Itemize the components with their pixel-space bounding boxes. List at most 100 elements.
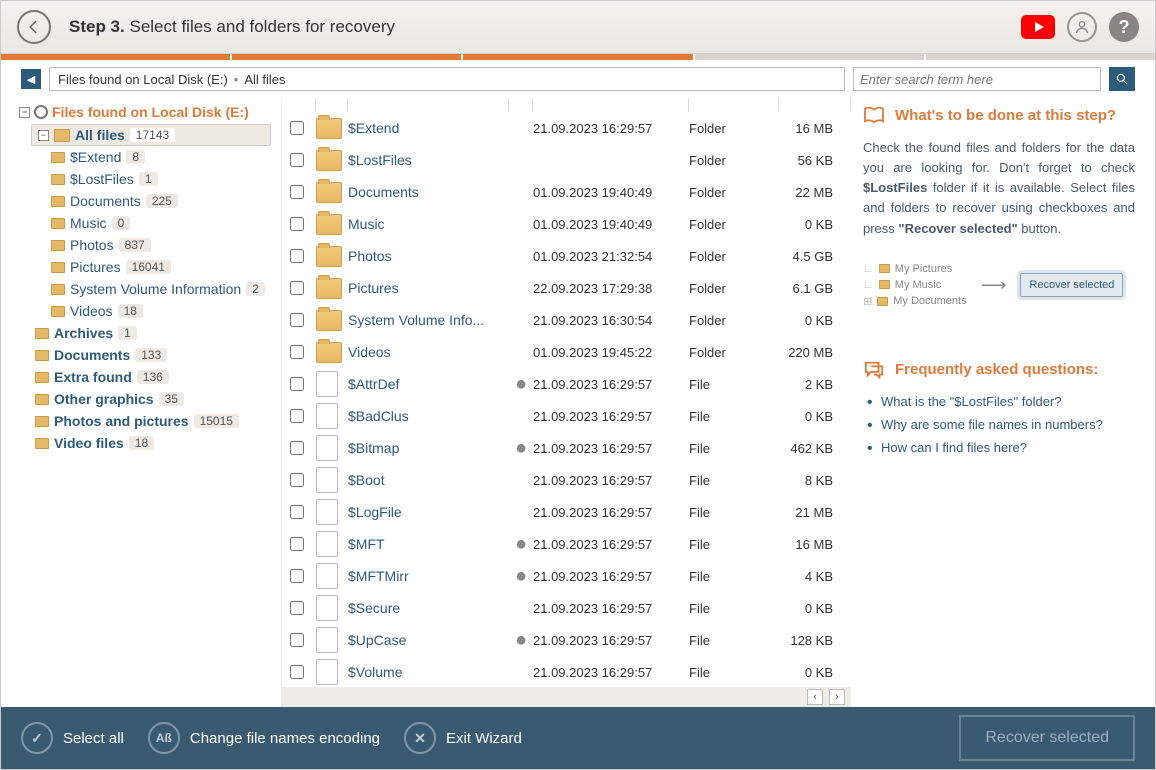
file-row[interactable]: $BadClus 21.09.2023 16:29:57 File 0 KB bbox=[282, 400, 851, 432]
folder-icon bbox=[35, 350, 49, 361]
tree-subfolder[interactable]: Videos18 bbox=[19, 300, 271, 322]
file-name[interactable]: $MFTMirr bbox=[348, 568, 509, 584]
horizontal-scroll[interactable]: ‹ › bbox=[282, 687, 851, 707]
row-checkbox[interactable] bbox=[290, 249, 304, 263]
tree-category[interactable]: Other graphics35 bbox=[19, 388, 271, 410]
file-name[interactable]: $BadClus bbox=[348, 408, 509, 424]
tree-subfolder[interactable]: Music0 bbox=[19, 212, 271, 234]
tree-subfolder[interactable]: Pictures16041 bbox=[19, 256, 271, 278]
select-all-button[interactable]: ✓ Select all bbox=[21, 722, 124, 754]
row-checkbox[interactable] bbox=[290, 185, 304, 199]
row-checkbox[interactable] bbox=[290, 377, 304, 391]
back-button[interactable] bbox=[17, 10, 51, 44]
file-row[interactable]: $Secure 21.09.2023 16:29:57 File 0 KB bbox=[282, 592, 851, 624]
row-checkbox[interactable] bbox=[290, 665, 304, 679]
tree-category[interactable]: Extra found136 bbox=[19, 366, 271, 388]
tree-category[interactable]: Video files18 bbox=[19, 432, 271, 454]
file-name[interactable]: Pictures bbox=[348, 280, 509, 296]
youtube-icon[interactable] bbox=[1021, 15, 1055, 39]
row-checkbox[interactable] bbox=[290, 633, 304, 647]
file-row[interactable]: $AttrDef ● 21.09.2023 16:29:57 File 2 KB bbox=[282, 368, 851, 400]
file-row[interactable]: $UpCase ● 21.09.2023 16:29:57 File 128 K… bbox=[282, 624, 851, 656]
row-checkbox[interactable] bbox=[290, 217, 304, 231]
file-row[interactable]: System Volume Info... 21.09.2023 16:30:5… bbox=[282, 304, 851, 336]
file-type: Folder bbox=[689, 153, 779, 168]
file-date: 21.09.2023 16:29:57 bbox=[533, 569, 689, 584]
file-row[interactable]: $LostFiles Folder 56 KB bbox=[282, 144, 851, 176]
file-row[interactable]: $LogFile 21.09.2023 16:29:57 File 21 MB bbox=[282, 496, 851, 528]
file-row[interactable]: $Boot 21.09.2023 16:29:57 File 8 KB bbox=[282, 464, 851, 496]
row-checkbox[interactable] bbox=[290, 441, 304, 455]
folder-icon bbox=[316, 182, 342, 203]
file-name[interactable]: $MFT bbox=[348, 536, 509, 552]
recover-selected-button[interactable]: Recover selected bbox=[959, 715, 1135, 761]
tree-subfolder[interactable]: $Extend8 bbox=[19, 146, 271, 168]
exit-wizard-button[interactable]: ✕ Exit Wizard bbox=[404, 722, 522, 754]
breadcrumb-path[interactable]: Files found on Local Disk (E:)•All files bbox=[49, 67, 845, 91]
file-name[interactable]: $AttrDef bbox=[348, 376, 509, 392]
file-name[interactable]: $Bitmap bbox=[348, 440, 509, 456]
file-name[interactable]: Photos bbox=[348, 248, 509, 264]
faq-link[interactable]: How can I find files here? bbox=[881, 440, 1027, 455]
tree-root[interactable]: − Files found on Local Disk (E:) bbox=[19, 104, 271, 120]
file-type: File bbox=[689, 409, 779, 424]
file-name[interactable]: $LostFiles bbox=[348, 152, 509, 168]
row-checkbox[interactable] bbox=[290, 537, 304, 551]
breadcrumb-root-button[interactable]: ◀ bbox=[21, 69, 41, 89]
row-checkbox[interactable] bbox=[290, 569, 304, 583]
collapse-icon[interactable]: − bbox=[38, 130, 49, 141]
faq-link[interactable]: Why are some file names in numbers? bbox=[881, 417, 1103, 432]
file-date: 21.09.2023 16:29:57 bbox=[533, 473, 689, 488]
search-button[interactable] bbox=[1109, 67, 1135, 91]
scroll-left-icon[interactable]: ‹ bbox=[807, 689, 823, 705]
change-encoding-button[interactable]: Aß Change file names encoding bbox=[148, 722, 380, 754]
file-row[interactable]: Documents 01.09.2023 19:40:49 Folder 22 … bbox=[282, 176, 851, 208]
file-name[interactable]: $Extend bbox=[348, 120, 509, 136]
row-checkbox[interactable] bbox=[290, 313, 304, 327]
file-row[interactable]: $MFTMirr ● 21.09.2023 16:29:57 File 4 KB bbox=[282, 560, 851, 592]
collapse-icon[interactable]: − bbox=[19, 107, 30, 118]
file-row[interactable]: $Bitmap ● 21.09.2023 16:29:57 File 462 K… bbox=[282, 432, 851, 464]
search-input[interactable] bbox=[853, 67, 1101, 91]
file-name[interactable]: $Secure bbox=[348, 600, 509, 616]
tree-subfolder[interactable]: $LostFiles1 bbox=[19, 168, 271, 190]
file-name[interactable]: System Volume Info... bbox=[348, 312, 509, 328]
file-row[interactable]: $MFT ● 21.09.2023 16:29:57 File 16 MB bbox=[282, 528, 851, 560]
tree-subfolder[interactable]: System Volume Information2 bbox=[19, 278, 271, 300]
help-icon[interactable]: ? bbox=[1109, 12, 1139, 42]
file-row[interactable]: $Extend 21.09.2023 16:29:57 Folder 16 MB bbox=[282, 112, 851, 144]
file-row[interactable]: Videos 01.09.2023 19:45:22 Folder 220 MB bbox=[282, 336, 851, 368]
row-checkbox[interactable] bbox=[290, 409, 304, 423]
folder-icon bbox=[51, 152, 65, 163]
row-checkbox[interactable] bbox=[290, 153, 304, 167]
tree-category[interactable]: Documents133 bbox=[19, 344, 271, 366]
file-name[interactable]: $UpCase bbox=[348, 632, 509, 648]
file-row[interactable]: Photos 01.09.2023 21:32:54 Folder 4.5 GB bbox=[282, 240, 851, 272]
row-checkbox[interactable] bbox=[290, 281, 304, 295]
faq-link[interactable]: What is the "$LostFiles" folder? bbox=[881, 394, 1061, 409]
tree-subfolder[interactable]: Documents225 bbox=[19, 190, 271, 212]
tree-category[interactable]: Archives1 bbox=[19, 322, 271, 344]
tree-category[interactable]: Photos and pictures15015 bbox=[19, 410, 271, 432]
file-name[interactable]: $Volume bbox=[348, 664, 509, 680]
row-checkbox[interactable] bbox=[290, 505, 304, 519]
file-name[interactable]: Documents bbox=[348, 184, 509, 200]
tree-all-files[interactable]: − All files 17143 bbox=[31, 124, 271, 146]
account-icon[interactable] bbox=[1067, 12, 1097, 42]
row-checkbox[interactable] bbox=[290, 345, 304, 359]
folder-icon bbox=[877, 297, 888, 306]
file-row[interactable]: $Volume 21.09.2023 16:29:57 File 0 KB bbox=[282, 656, 851, 688]
row-checkbox[interactable] bbox=[290, 473, 304, 487]
file-name[interactable]: Music bbox=[348, 216, 509, 232]
file-date: 21.09.2023 16:29:57 bbox=[533, 665, 689, 680]
file-name[interactable]: Videos bbox=[348, 344, 509, 360]
file-name[interactable]: $LogFile bbox=[348, 504, 509, 520]
file-row[interactable]: Music 01.09.2023 19:40:49 Folder 0 KB bbox=[282, 208, 851, 240]
row-checkbox[interactable] bbox=[290, 601, 304, 615]
folder-tree: − Files found on Local Disk (E:) − All f… bbox=[1, 98, 281, 707]
tree-subfolder[interactable]: Photos837 bbox=[19, 234, 271, 256]
file-name[interactable]: $Boot bbox=[348, 472, 509, 488]
row-checkbox[interactable] bbox=[290, 121, 304, 135]
scroll-right-icon[interactable]: › bbox=[829, 689, 845, 705]
file-row[interactable]: Pictures 22.09.2023 17:29:38 Folder 6.1 … bbox=[282, 272, 851, 304]
